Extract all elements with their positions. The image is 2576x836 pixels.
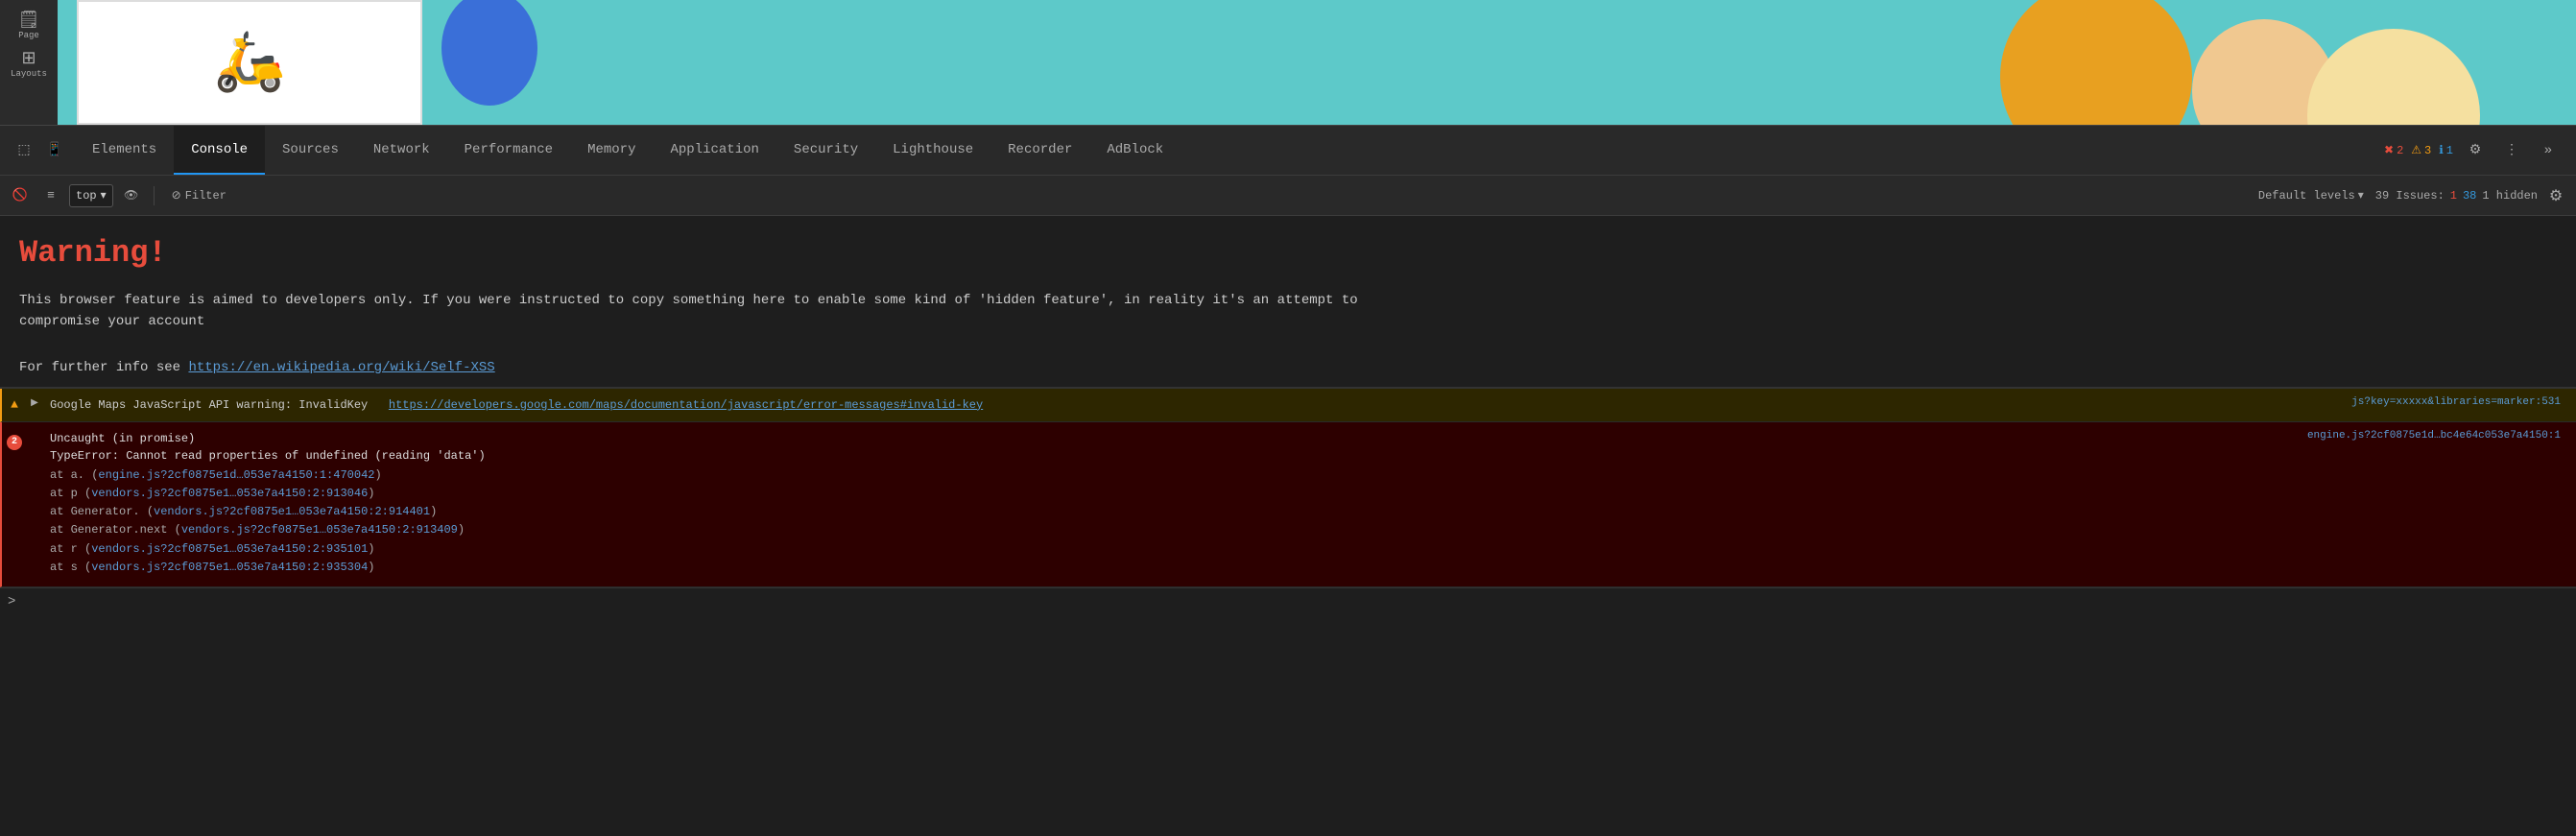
close-devtools-button[interactable]: » bbox=[2534, 136, 2563, 165]
tab-lighthouse[interactable]: Lighthouse bbox=[875, 126, 990, 175]
warning-heading: Warning! bbox=[0, 216, 2576, 280]
default-levels-dropdown[interactable]: Default levels ▾ bbox=[2253, 186, 2370, 204]
error-log-content: Uncaught (in promise) TypeError: Cannot … bbox=[42, 426, 2300, 583]
sidebar-item-page[interactable]: 🗒 Page bbox=[18, 10, 40, 40]
info-count-badge[interactable]: ℹ 1 bbox=[2439, 143, 2453, 157]
devtools-right-actions: ✖ 2 ⚠ 3 ℹ 1 ⚙ ⋮ » bbox=[2374, 136, 2572, 165]
page-content-area: 🛵 bbox=[58, 0, 2576, 125]
error-count-badge[interactable]: ✖ 2 bbox=[2384, 143, 2403, 157]
tab-adblock[interactable]: AdBlock bbox=[1089, 126, 1181, 175]
chevron-down-icon: ▾ bbox=[101, 188, 107, 203]
tab-security[interactable]: Security bbox=[776, 126, 875, 175]
warning-icon: ⚠ bbox=[2411, 143, 2421, 157]
console-output: Warning! This browser feature is aimed t… bbox=[0, 216, 2576, 836]
tab-sources[interactable]: Sources bbox=[265, 126, 356, 175]
tab-application[interactable]: Application bbox=[654, 126, 776, 175]
log-row-warning: ▲ ▶ Google Maps JavaScript API warning: … bbox=[0, 389, 2576, 422]
inspect-element-button[interactable]: ⬚ bbox=[10, 136, 38, 165]
clear-console-button[interactable]: 🚫 bbox=[8, 183, 33, 208]
warning-count-badge[interactable]: ⚠ 3 bbox=[2411, 143, 2431, 157]
devtools-panel: ⬚ 📱 Elements Console Sources Network Per… bbox=[0, 125, 2576, 836]
scooter-thumbnail: 🛵 bbox=[77, 0, 422, 125]
sidebar-panel: 🗒 Page ⊞ Layouts bbox=[0, 0, 58, 125]
toolbar-divider bbox=[154, 186, 155, 205]
toggle-sidebar-button[interactable]: ≡ bbox=[38, 183, 63, 208]
blue-circle-decoration bbox=[441, 0, 537, 106]
tab-console[interactable]: Console bbox=[174, 126, 265, 175]
devtools-tab-bar: ⬚ 📱 Elements Console Sources Network Per… bbox=[0, 126, 2576, 176]
warning-source-link[interactable]: js?key=xxxxx&libraries=marker:531 bbox=[2344, 393, 2576, 412]
issues-count: 39 Issues: 1 38 bbox=[2375, 189, 2477, 203]
tab-network[interactable]: Network bbox=[356, 126, 447, 175]
issues-warning-badge: 38 bbox=[2463, 189, 2476, 203]
self-xss-link[interactable]: https://en.wikipedia.org/wiki/Self-XSS bbox=[188, 360, 494, 375]
console-toolbar: 🚫 ≡ top ▾ 👁 ⊘ Filter Default levels ▾ 39… bbox=[0, 176, 2576, 216]
tab-performance[interactable]: Performance bbox=[447, 126, 570, 175]
error-circle-badge: 2 bbox=[7, 435, 22, 450]
tab-recorder[interactable]: Recorder bbox=[990, 126, 1089, 175]
live-expression-button[interactable]: 👁 bbox=[119, 183, 144, 208]
warning-log-icon: ▲ bbox=[2, 393, 27, 412]
error-expand-arrow[interactable] bbox=[27, 426, 42, 431]
more-options-button[interactable]: ⋮ bbox=[2497, 136, 2526, 165]
error-type-text: TypeError: Cannot read properties of und… bbox=[50, 447, 2292, 465]
filter-button[interactable]: ⊘ Filter bbox=[164, 184, 234, 207]
tab-memory[interactable]: Memory bbox=[570, 126, 653, 175]
self-xss-info: For further info see https://en.wikipedi… bbox=[0, 352, 2576, 388]
error-main-text: Uncaught (in promise) bbox=[50, 430, 2292, 447]
scooter-icon: 🛵 bbox=[214, 27, 286, 99]
chevron-down-icon: ▾ bbox=[2358, 188, 2364, 203]
error-stack-trace: at a. (engine.js?2cf0875e1d…053e7a4150:1… bbox=[50, 465, 2292, 579]
device-toolbar-button[interactable]: 📱 bbox=[40, 136, 69, 165]
devtools-tabs: Elements Console Sources Network Perform… bbox=[75, 126, 2374, 175]
yellow-circle-decoration bbox=[2307, 29, 2480, 125]
devtools-left-icons: ⬚ 📱 bbox=[4, 136, 75, 165]
sidebar-item-layouts[interactable]: ⊞ Layouts bbox=[11, 48, 47, 79]
warn-triangle-icon: ▲ bbox=[11, 397, 18, 412]
orange-circle-decoration bbox=[2000, 0, 2192, 125]
tab-elements[interactable]: Elements bbox=[75, 126, 174, 175]
filter-icon: ⊘ bbox=[172, 188, 181, 203]
warning-body-text: This browser feature is aimed to develop… bbox=[0, 280, 2576, 352]
hidden-count: 1 hidden bbox=[2482, 189, 2538, 203]
settings-button[interactable]: ⚙ bbox=[2461, 136, 2490, 165]
google-maps-error-link[interactable]: https://developers.google.com/maps/docum… bbox=[389, 398, 983, 412]
info-icon: ℹ bbox=[2439, 143, 2444, 157]
error-log-icon: 2 bbox=[2, 426, 27, 450]
console-input-field[interactable] bbox=[23, 595, 2568, 609]
console-prompt-symbol: > bbox=[8, 594, 15, 609]
error-source-link[interactable]: engine.js?2cf0875e1d…bc4e64c053e7a4150:1 bbox=[2300, 426, 2576, 445]
toolbar-more-button[interactable]: ⚙ bbox=[2543, 183, 2568, 208]
issues-error-badge: 1 bbox=[2450, 189, 2457, 203]
log-row-error: 2 Uncaught (in promise) TypeError: Canno… bbox=[0, 422, 2576, 587]
error-icon: ✖ bbox=[2384, 143, 2394, 157]
console-input-row: > bbox=[0, 587, 2576, 615]
context-selector[interactable]: top ▾ bbox=[69, 184, 113, 207]
log-expand-arrow[interactable]: ▶ bbox=[27, 393, 42, 409]
page-preview: 🗒 Page ⊞ Layouts 🛵 bbox=[0, 0, 2576, 125]
warning-log-content: Google Maps JavaScript API warning: Inva… bbox=[42, 393, 2344, 418]
